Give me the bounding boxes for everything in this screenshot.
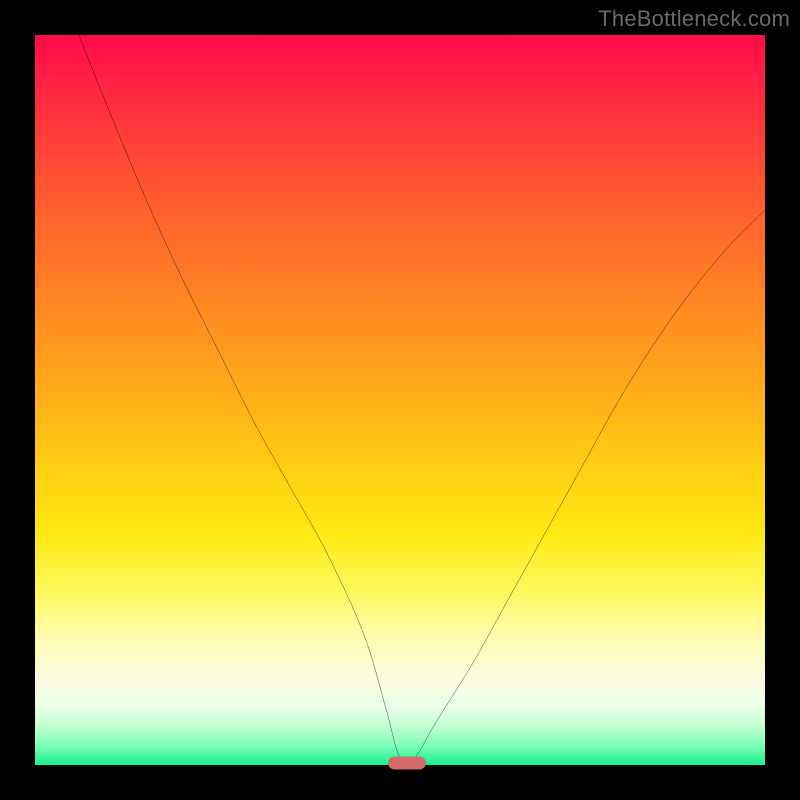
- plot-area: [35, 35, 765, 765]
- bottleneck-curve: [35, 35, 765, 765]
- attribution-text: TheBottleneck.com: [598, 6, 790, 32]
- chart-frame: TheBottleneck.com: [0, 0, 800, 800]
- optimal-point-marker: [388, 756, 426, 769]
